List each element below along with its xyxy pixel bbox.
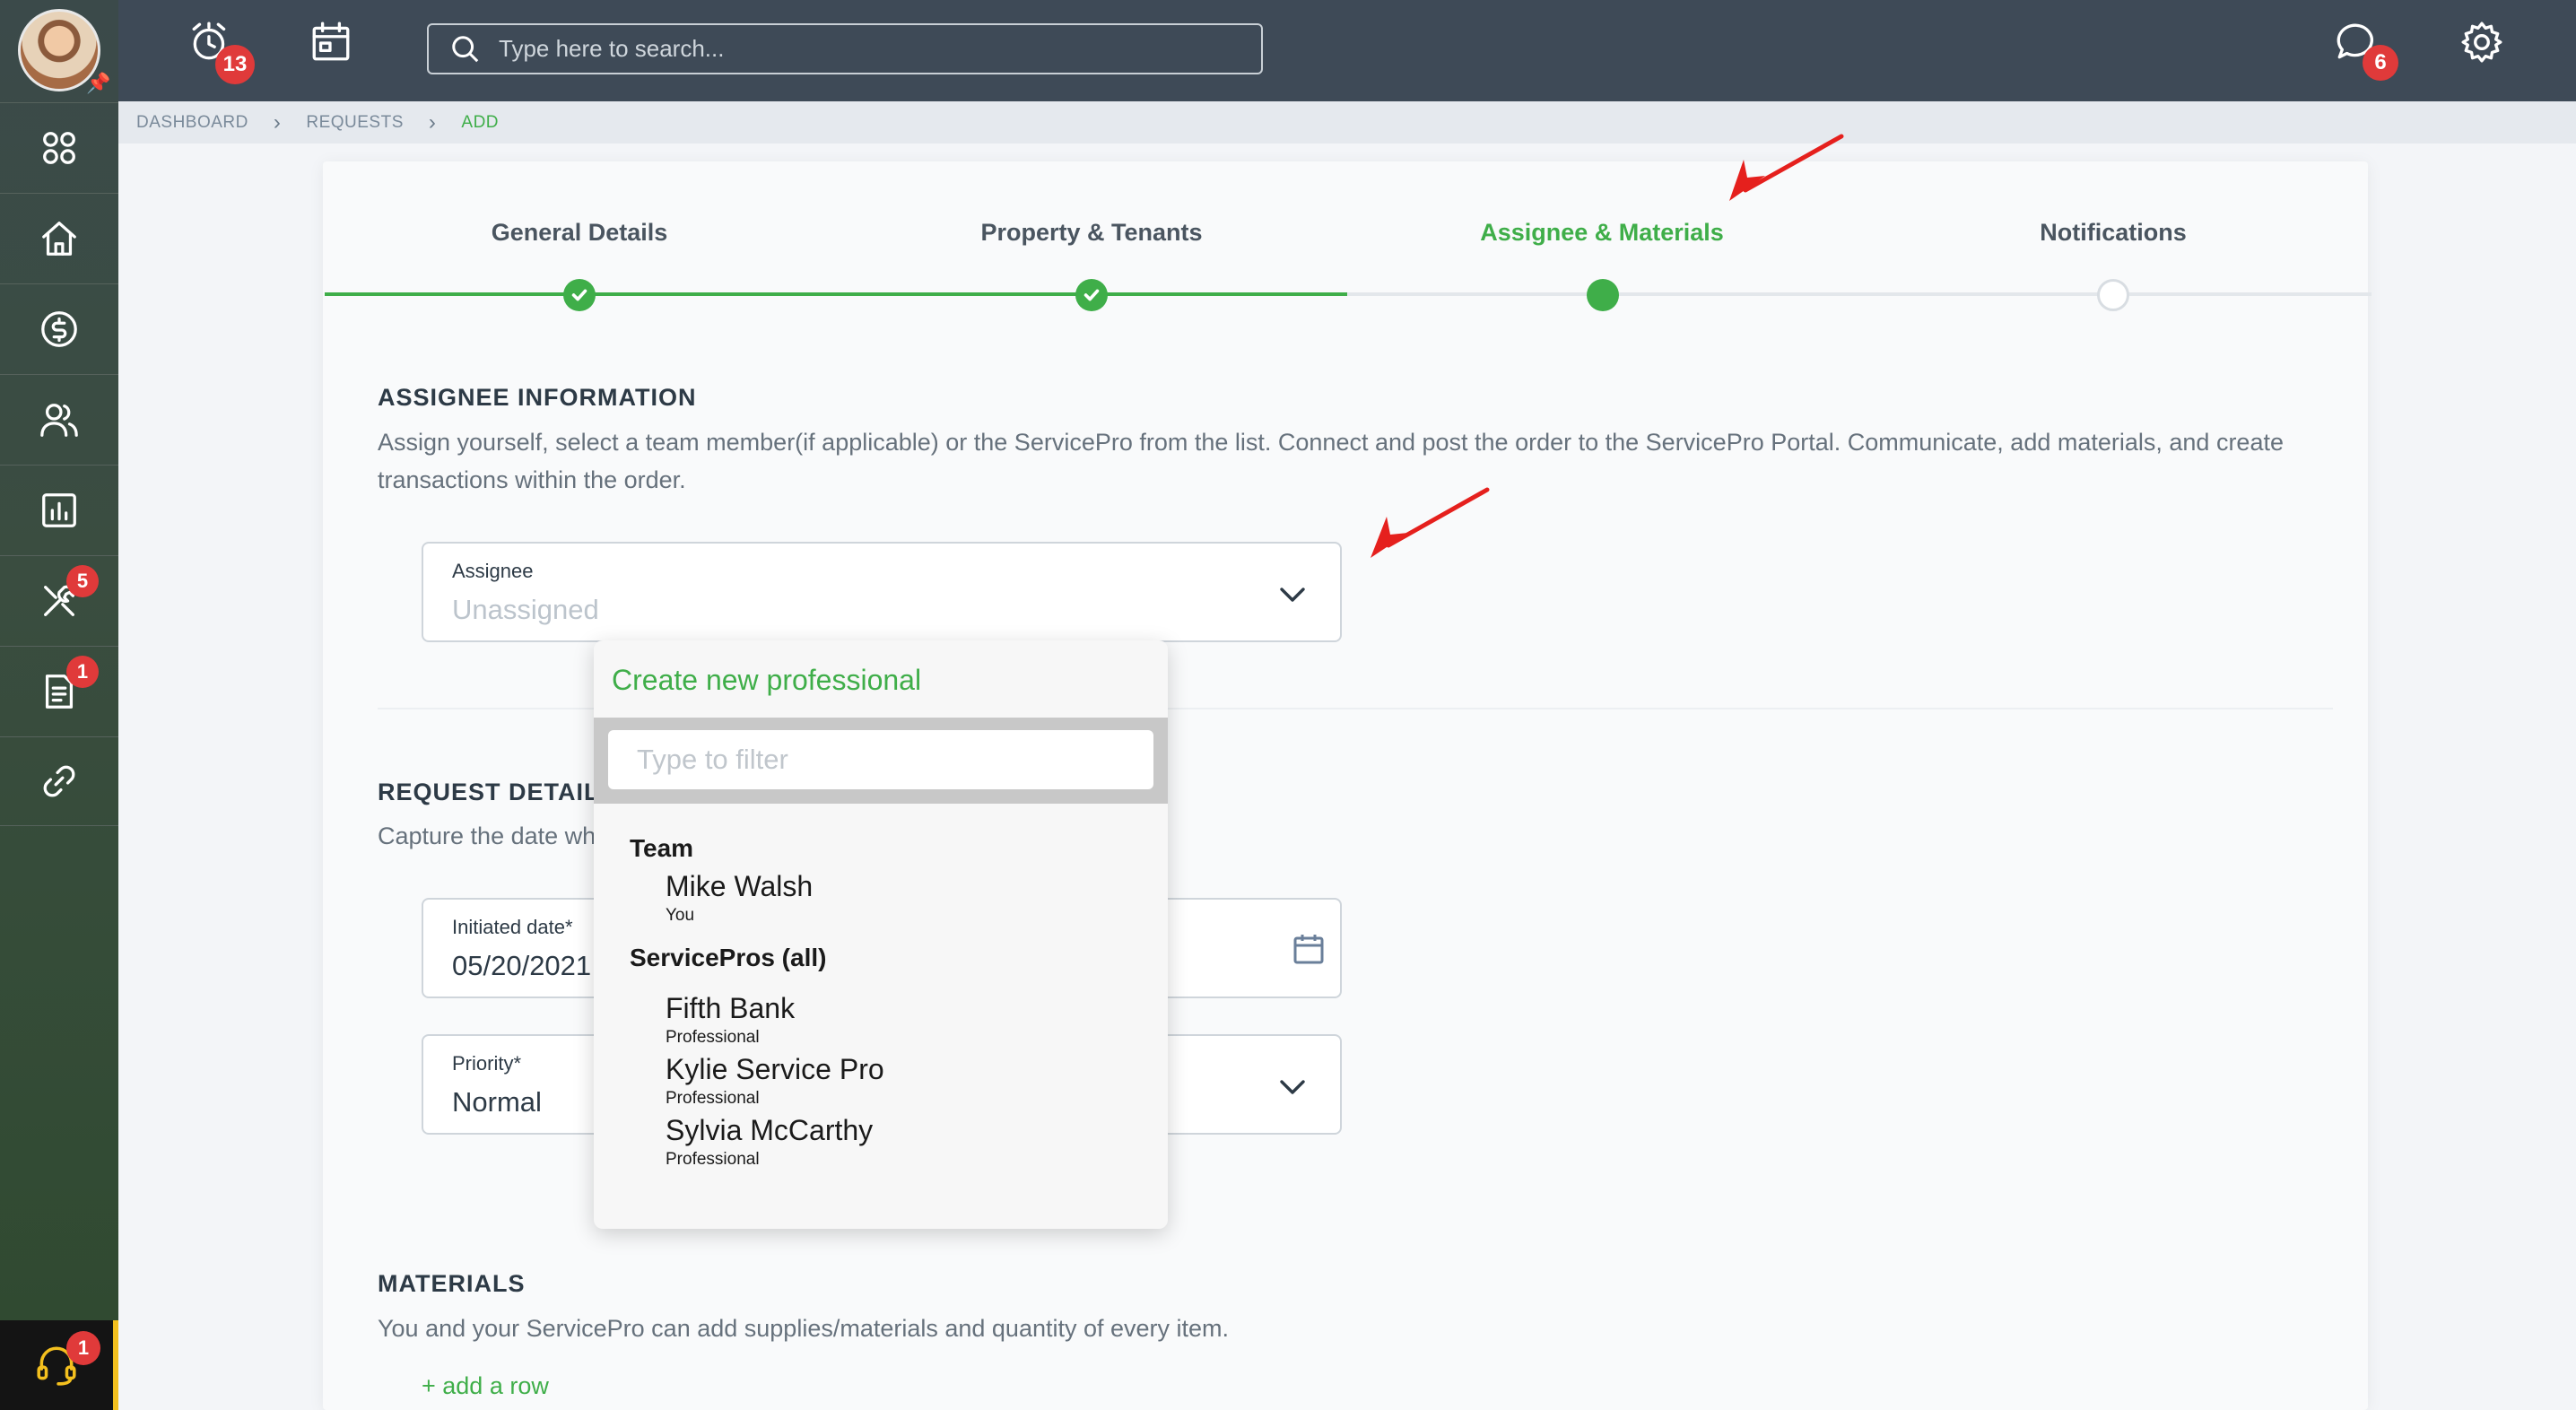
- chevron-right-icon: ›: [273, 109, 282, 135]
- step-dot-general-details: [563, 279, 596, 311]
- calendar-icon[interactable]: [1292, 932, 1326, 966]
- sidebar: 📌 5 1 1: [0, 0, 118, 1410]
- option-name: Kylie Service Pro: [666, 1053, 884, 1085]
- step-assignee-materials[interactable]: Assignee & Materials: [1480, 219, 1724, 247]
- stepper-track-remaining: [1347, 292, 2371, 296]
- annotation-arrow: [1729, 134, 1844, 201]
- assignee-value: Unassigned: [452, 594, 599, 625]
- search-input[interactable]: [499, 35, 1234, 63]
- documents-badge: 1: [66, 656, 99, 688]
- alerts-badge: 13: [215, 45, 255, 84]
- search-box[interactable]: [427, 23, 1263, 74]
- add-row-link[interactable]: + add a row: [422, 1372, 549, 1400]
- step-dot-notifications: [2097, 279, 2129, 311]
- sidebar-item-properties[interactable]: [0, 193, 118, 283]
- option-name: Fifth Bank: [666, 992, 796, 1024]
- sidebar-item-dashboard[interactable]: [0, 102, 118, 192]
- sidebar-item-links[interactable]: [0, 736, 118, 826]
- sidebar-item-people[interactable]: [0, 374, 118, 464]
- home-icon: [42, 221, 76, 256]
- top-bar: 13 6: [118, 0, 2576, 101]
- sidebar-item-reports[interactable]: [0, 465, 118, 554]
- maintenance-badge: 5: [66, 565, 99, 597]
- sidebar-item-accounting[interactable]: [0, 283, 118, 373]
- request-section-title: REQUEST DETAILS: [378, 779, 617, 805]
- step-property-tenants[interactable]: Property & Tenants: [980, 219, 1202, 247]
- messages-badge: 6: [2363, 45, 2398, 81]
- support-badge: 1: [66, 1331, 100, 1365]
- materials-section-description: You and your ServicePro can add supplies…: [378, 1315, 1230, 1342]
- assignee-section-description: Assign yourself, select a team member(if…: [378, 429, 2284, 493]
- check-icon: [571, 289, 587, 301]
- priority-value: Normal: [452, 1086, 542, 1118]
- messages-button[interactable]: 6: [2334, 20, 2398, 81]
- gear-icon: [2461, 22, 2502, 63]
- step-general-details[interactable]: General Details: [492, 219, 668, 247]
- breadcrumb: DASHBOARD › REQUESTS › ADD: [118, 101, 2576, 144]
- sidebar-item-maintenance[interactable]: 5: [0, 555, 118, 645]
- group-team: Team: [630, 834, 694, 862]
- sidebar-item-documents[interactable]: 1: [0, 646, 118, 735]
- breadcrumb-dashboard[interactable]: DASHBOARD: [136, 113, 248, 133]
- priority-label: Priority*: [452, 1052, 522, 1075]
- pin-icon: 📌: [86, 72, 111, 94]
- materials-section-title: MATERIALS: [378, 1270, 526, 1297]
- initiated-date-label: Initiated date*: [452, 916, 573, 938]
- users-icon: [40, 403, 78, 437]
- option-name: Sylvia McCarthy: [666, 1114, 874, 1146]
- support-button[interactable]: 1: [0, 1320, 118, 1410]
- option-subtitle: Professional: [666, 1028, 760, 1047]
- check-icon: [1083, 289, 1100, 301]
- breadcrumb-add: ADD: [461, 112, 500, 132]
- assignee-select[interactable]: Assignee Unassigned: [422, 542, 1342, 642]
- chevron-right-icon: ›: [428, 109, 437, 135]
- filter-input[interactable]: [608, 730, 1153, 789]
- group-servicepros: ServicePros (all): [630, 944, 827, 971]
- user-avatar[interactable]: 📌: [18, 9, 110, 94]
- step-notifications[interactable]: Notifications: [2040, 219, 2187, 247]
- option-name: Mike Walsh: [666, 870, 814, 902]
- step-dot-assignee-materials: [1587, 279, 1619, 311]
- assignee-section-title: ASSIGNEE INFORMATION: [378, 384, 697, 411]
- assignee-dropdown: Create new professional Team Mike Walsh …: [594, 640, 1168, 1229]
- grid-icon: [43, 131, 75, 164]
- chevron-down-icon: [1280, 1080, 1305, 1094]
- stepper-track-complete: [325, 292, 1347, 296]
- chevron-down-icon: [1280, 588, 1305, 602]
- option-subtitle: Professional: [666, 1150, 760, 1169]
- dollar-icon: [41, 310, 77, 347]
- create-professional-link[interactable]: Create new professional: [612, 664, 921, 697]
- assignee-label: Assignee: [452, 560, 534, 582]
- option-subtitle: You: [666, 906, 695, 925]
- initiated-date-value: 05/20/2021: [452, 950, 592, 981]
- annotation-arrow: [1371, 487, 1490, 558]
- calendar-button[interactable]: [309, 20, 362, 74]
- calendar-icon: [312, 22, 350, 61]
- search-icon: [452, 35, 479, 62]
- step-dot-property-tenants: [1075, 279, 1108, 311]
- link-icon: [43, 765, 75, 797]
- chart-icon: [42, 492, 76, 527]
- alerts-button[interactable]: 13: [188, 20, 255, 84]
- settings-button[interactable]: [2459, 20, 2513, 74]
- breadcrumb-requests[interactable]: REQUESTS: [306, 113, 404, 133]
- filter-bar: [594, 718, 1168, 804]
- option-subtitle: Professional: [666, 1089, 760, 1108]
